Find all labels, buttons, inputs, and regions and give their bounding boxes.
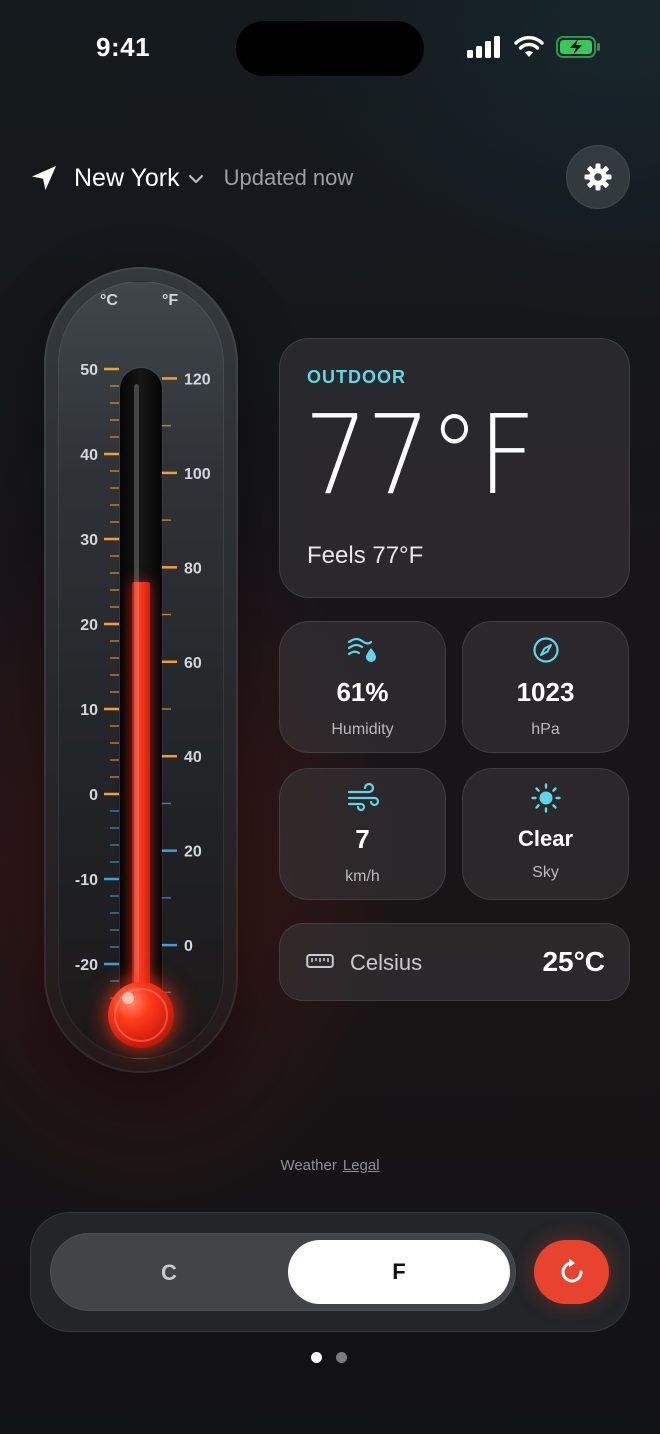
pressure-label: hPa	[531, 721, 560, 738]
fahrenheit-tick-label: 40	[184, 749, 202, 766]
humidity-value: 61%	[336, 677, 389, 707]
wind-icon	[347, 783, 379, 811]
celsius-tick-label: -10	[75, 872, 98, 889]
refresh-icon	[561, 1258, 582, 1283]
celsius-card[interactable]: Celsius 25°C	[279, 923, 630, 1001]
fahrenheit-tick-label: 20	[184, 844, 202, 861]
celsius-tick-label: 40	[80, 447, 98, 464]
pressure-tile[interactable]: 1023 hPa	[462, 621, 629, 753]
celsius-label: Celsius	[350, 950, 423, 975]
fahrenheit-tick-label: 80	[184, 560, 202, 577]
fahrenheit-tick-label: 0	[184, 938, 193, 955]
outdoor-temperature: 77°F	[304, 391, 536, 519]
refresh-button[interactable]	[534, 1240, 609, 1304]
celsius-tick-label: 10	[80, 702, 98, 719]
sky-value: Clear	[517, 826, 574, 851]
pressure-value: 1023	[516, 677, 575, 707]
celsius-tick-label: 30	[80, 532, 98, 549]
weather-attribution: Weather	[280, 1157, 337, 1174]
wind-label: km/h	[345, 868, 380, 885]
compass-icon	[532, 637, 559, 663]
sky-label: Sky	[532, 864, 559, 881]
humidity-icon	[347, 637, 376, 662]
page-dot-active[interactable]	[311, 1352, 322, 1363]
celsius-tick-label: 0	[89, 787, 98, 804]
fahrenheit-tick-label: 60	[184, 655, 202, 672]
humidity-label: Humidity	[331, 721, 394, 738]
wind-value: 7	[355, 824, 370, 854]
feels-like: Feels 77°F	[307, 542, 424, 569]
fahrenheit-tick-label: 100	[184, 466, 211, 483]
page-indicator[interactable]	[311, 1352, 347, 1363]
celsius-tick-label: 20	[80, 617, 98, 634]
wind-tile[interactable]: 7 km/h	[279, 768, 446, 900]
fahrenheit-tick-label: 120	[184, 371, 211, 388]
celsius-tick-label: 50	[80, 362, 98, 379]
tube-highlight	[134, 384, 139, 984]
celsius-value: 25°C	[542, 946, 605, 977]
page-dot-inactive[interactable]	[336, 1352, 347, 1363]
humidity-tile[interactable]: 61% Humidity	[279, 621, 446, 753]
footer-attribution: Weather Legal	[0, 1157, 660, 1174]
bulb-highlight	[122, 992, 134, 1004]
outdoor-card: OUTDOOR 77°F Feels 77°F	[279, 338, 630, 598]
celsius-tick-label: -20	[75, 957, 98, 974]
unit-f-option[interactable]: F	[288, 1240, 510, 1304]
legal-link[interactable]: Legal	[343, 1157, 380, 1174]
sky-tile[interactable]: Clear Sky	[462, 768, 629, 900]
unit-toggle[interactable]: C F	[50, 1233, 516, 1311]
sun-icon	[530, 783, 561, 813]
unit-c-option[interactable]: C	[51, 1234, 287, 1312]
thermometer-small-icon	[306, 954, 334, 968]
outdoor-label: OUTDOOR	[307, 367, 406, 387]
